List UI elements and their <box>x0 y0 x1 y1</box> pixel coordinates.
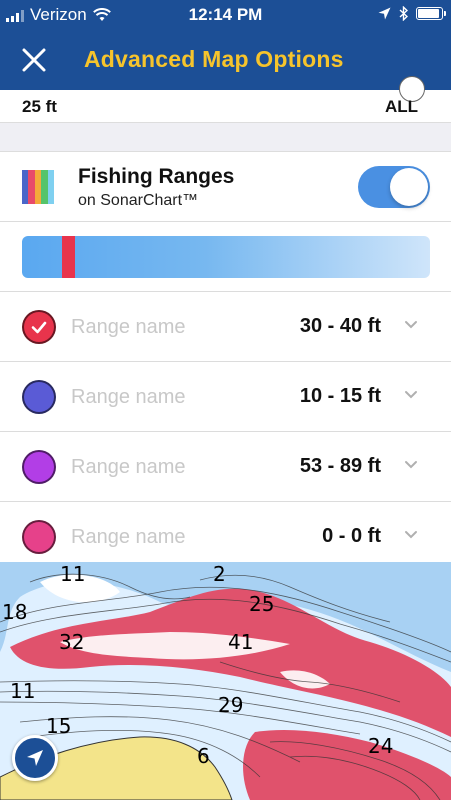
range-value: 53 - 89 ft <box>299 455 381 477</box>
selected-range-marker[interactable] <box>61 236 76 278</box>
depth-filter-row: 25 ft ALL <box>0 76 451 122</box>
fishing-ranges-icon <box>22 170 55 204</box>
fishing-ranges-toggle[interactable] <box>358 166 430 208</box>
chevron-down-icon[interactable] <box>404 390 418 400</box>
map-depth-label: 29 <box>218 693 244 717</box>
sonar-chart-map[interactable]: 11 2 25 18 32 41 11 29 15 6 24 <box>0 562 451 800</box>
range-value: 10 - 15 ft <box>299 385 381 407</box>
chevron-down-icon[interactable] <box>404 530 418 540</box>
map-depth-label: 2 <box>213 562 226 586</box>
range-name-input[interactable]: Range name <box>71 386 186 409</box>
depth-min-label: 25 ft <box>22 97 57 116</box>
map-depth-label: 18 <box>2 600 28 624</box>
close-icon <box>22 48 46 72</box>
navigation-arrow-icon <box>27 750 43 766</box>
bluetooth-icon <box>399 6 408 21</box>
status-bar: Verizon 12:14 PM <box>0 0 451 30</box>
map-depth-label: 6 <box>197 744 210 768</box>
range-color-dot[interactable] <box>22 310 56 344</box>
range-value: 30 - 40 ft <box>299 315 381 337</box>
section-separator <box>0 122 451 152</box>
range-row[interactable]: Range name 0 - 0 ft <box>0 502 451 562</box>
map-depth-label: 11 <box>60 562 86 586</box>
depth-gradient-row <box>0 222 451 292</box>
range-color-dot[interactable] <box>22 380 56 414</box>
location-arrow-icon <box>378 7 391 20</box>
depth-max-label: ALL <box>384 97 418 116</box>
fishing-ranges-title: Fishing Ranges <box>78 165 235 188</box>
depth-gradient-bar[interactable] <box>22 236 430 278</box>
map-depth-label: 11 <box>10 679 36 703</box>
range-color-dot[interactable] <box>22 520 56 554</box>
chevron-down-icon[interactable] <box>404 320 418 330</box>
recenter-location-button[interactable] <box>12 735 58 781</box>
page-title: Advanced Map Options <box>84 46 344 72</box>
battery-level <box>418 9 439 18</box>
fishing-ranges-row: Fishing Ranges on SonarChart™ <box>0 152 451 222</box>
close-button[interactable] <box>18 44 50 76</box>
map-depth-label: 25 <box>249 592 275 616</box>
map-depth-label: 32 <box>59 630 85 654</box>
checkmark-icon <box>31 321 47 334</box>
range-name-input[interactable]: Range name <box>71 526 186 549</box>
map-depth-label: 24 <box>368 734 394 758</box>
battery-icon <box>416 7 446 20</box>
map-depth-label: 41 <box>228 630 254 654</box>
toggle-knob <box>390 168 428 206</box>
map-contours <box>0 562 451 800</box>
range-name-input[interactable]: Range name <box>71 316 186 339</box>
range-value: 0 - 0 ft <box>322 525 381 547</box>
range-row[interactable]: Range name 53 - 89 ft <box>0 432 451 502</box>
range-row[interactable]: Range name 30 - 40 ft <box>0 292 451 362</box>
range-row[interactable]: Range name 10 - 15 ft <box>0 362 451 432</box>
status-right <box>378 6 446 21</box>
range-color-dot[interactable] <box>22 450 56 484</box>
fishing-ranges-subtitle: on SonarChart™ <box>78 192 199 209</box>
chevron-down-icon[interactable] <box>404 460 418 470</box>
navigation-bar: Advanced Map Options <box>0 30 451 90</box>
map-depth-label: 15 <box>46 714 72 738</box>
range-name-input[interactable]: Range name <box>71 456 186 479</box>
icon-stripe <box>47 170 55 204</box>
